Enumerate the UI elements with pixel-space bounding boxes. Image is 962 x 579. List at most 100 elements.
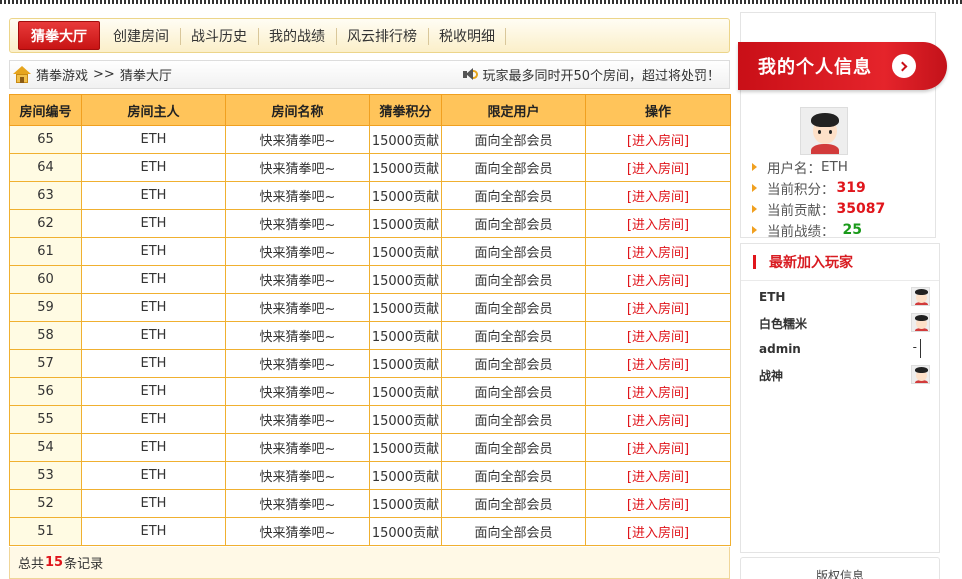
room-owner-cell: ETH [81,265,226,294]
table-row: 52 ETH 快来猜拳吧~ 15000贡献 面向全部会员 [进入房间] [9,489,731,518]
room-allowed-users-cell: 面向全部会员 [441,153,586,182]
bullet-arrow-icon [752,225,757,234]
room-allowed-users-cell: 面向全部会员 [441,433,586,462]
col-header-owner: 房间主人 [81,94,226,126]
newest-players-panel: 最新加入玩家 ETH 白色糯米 admin - 战神 [740,243,940,553]
player-avatar [911,287,930,306]
enter-room-link[interactable]: [进入房间] [585,405,731,434]
player-name[interactable]: ETH [759,290,785,304]
table-row: 51 ETH 快来猜拳吧~ 15000贡献 面向全部会员 [进入房间] [9,517,731,546]
room-owner-cell: ETH [81,489,226,518]
player-name[interactable]: 战神 [759,367,783,384]
room-allowed-users-cell: 面向全部会员 [441,125,586,154]
player-name[interactable]: admin [759,342,801,356]
nav-tab-lobby[interactable]: 猜拳大厅 [18,21,100,50]
enter-room-link[interactable]: [进入房间] [585,293,731,322]
room-name-cell: 快来猜拳吧~ [225,209,370,238]
col-header-points: 猜拳积分 [369,94,442,126]
table-row: 56 ETH 快来猜拳吧~ 15000贡献 面向全部会员 [进入房间] [9,377,731,406]
home-icon [13,66,31,83]
room-id-cell: 58 [9,321,82,350]
notice-text: 玩家最多同时开50个房间，超过将处罚！ [482,69,720,84]
contribution-value: 35087 [836,200,886,217]
profile-username-row: 用户名： ETH [752,156,937,177]
room-name-cell: 快来猜拳吧~ [225,517,370,546]
room-points-cell: 15000贡献 [369,433,442,462]
room-name-cell: 快来猜拳吧~ [225,489,370,518]
enter-room-link[interactable]: [进入房间] [585,125,731,154]
title-marker [753,255,756,269]
player-item[interactable]: admin - [759,339,931,359]
nav-tab-my-record[interactable]: 我的战绩 [258,19,336,52]
player-placeholder-mark: - [912,340,917,354]
enter-room-link[interactable]: [进入房间] [585,237,731,266]
copyright-label: 版权信息 [815,569,864,579]
chevron-right-icon[interactable] [892,54,916,78]
enter-room-link[interactable]: [进入房间] [585,461,731,490]
room-owner-cell: ETH [81,125,226,154]
room-id-cell: 63 [9,181,82,210]
record-count-suffix: 条记录 [64,557,104,572]
nav-tab-tax-details[interactable]: 税收明细 [428,19,506,52]
room-name-cell: 快来猜拳吧~ [225,321,370,350]
room-allowed-users-cell: 面向全部会员 [441,265,586,294]
enter-room-link[interactable]: [进入房间] [585,153,731,182]
table-row: 65 ETH 快来猜拳吧~ 15000贡献 面向全部会员 [进入房间] [9,125,731,154]
profile-title: 我的个人信息 [758,57,872,78]
enter-room-link[interactable]: [进入房间] [585,377,731,406]
player-item[interactable]: ETH [759,287,931,307]
enter-room-link[interactable]: [进入房间] [585,181,731,210]
enter-room-link[interactable]: [进入房间] [585,349,731,378]
room-name-cell: 快来猜拳吧~ [225,433,370,462]
enter-room-link[interactable]: [进入房间] [585,433,731,462]
breadcrumb-root-link[interactable]: 猜拳游戏 [36,65,88,84]
score-value: 319 [836,179,866,196]
room-id-cell: 57 [9,349,82,378]
enter-room-link[interactable]: [进入房间] [585,209,731,238]
record-count-prefix: 总共 [18,557,45,572]
room-id-cell: 52 [9,489,82,518]
enter-room-link[interactable]: [进入房间] [585,321,731,350]
profile-banner[interactable]: 我的个人信息 [738,42,947,90]
room-points-cell: 15000贡献 [369,209,442,238]
table-row: 54 ETH 快来猜拳吧~ 15000贡献 面向全部会员 [进入房间] [9,433,731,462]
breadcrumb: 猜拳游戏 >> 猜拳大厅 玩家最多同时开50个房间，超过将处罚！ [9,60,730,89]
room-owner-cell: ETH [81,237,226,266]
room-owner-cell: ETH [81,293,226,322]
player-name[interactable]: 白色糯米 [759,315,807,332]
nav-tab-create-room[interactable]: 创建房间 [102,19,180,52]
room-id-cell: 62 [9,209,82,238]
room-allowed-users-cell: 面向全部会员 [441,461,586,490]
profile-score-row: 当前积分： 319 [752,177,937,198]
player-item[interactable]: 白色糯米 [759,313,931,333]
enter-room-link[interactable]: [进入房间] [585,489,731,518]
table-row: 57 ETH 快来猜拳吧~ 15000贡献 面向全部会员 [进入房间] [9,349,731,378]
room-name-cell: 快来猜拳吧~ [225,153,370,182]
player-item[interactable]: 战神 [759,365,931,385]
room-points-cell: 15000贡献 [369,153,442,182]
profile-info-list: 用户名： ETH 当前积分： 319 当前贡献： 35087 当前战绩： 25 [752,156,937,240]
record-count-bar: 总共 15 条记录 [9,547,730,579]
room-points-cell: 15000贡献 [369,377,442,406]
room-id-cell: 53 [9,461,82,490]
room-points-cell: 15000贡献 [369,125,442,154]
breadcrumb-separator: >> [93,67,115,82]
enter-room-link[interactable]: [进入房间] [585,517,731,546]
room-allowed-users-cell: 面向全部会员 [441,405,586,434]
table-row: 58 ETH 快来猜拳吧~ 15000贡献 面向全部会员 [进入房间] [9,321,731,350]
bullet-arrow-icon [752,204,757,213]
username-label: 用户名： [767,160,821,177]
room-owner-cell: ETH [81,517,226,546]
nav-tab-leaderboard[interactable]: 风云排行榜 [336,19,428,52]
table-row: 63 ETH 快来猜拳吧~ 15000贡献 面向全部会员 [进入房间] [9,181,731,210]
table-row: 55 ETH 快来猜拳吧~ 15000贡献 面向全部会员 [进入房间] [9,405,731,434]
enter-room-link[interactable]: [进入房间] [585,265,731,294]
room-points-cell: 15000贡献 [369,237,442,266]
record-count: 15 [45,555,64,570]
score-label: 当前积分： [767,181,835,198]
nav-tab-battle-history[interactable]: 战斗历史 [180,19,258,52]
breadcrumb-current: 猜拳大厅 [119,69,172,84]
top-border-strip [0,0,962,4]
table-header-row: 房间编号 房间主人 房间名称 猜拳积分 限定用户 操作 [9,94,731,126]
room-owner-cell: ETH [81,405,226,434]
